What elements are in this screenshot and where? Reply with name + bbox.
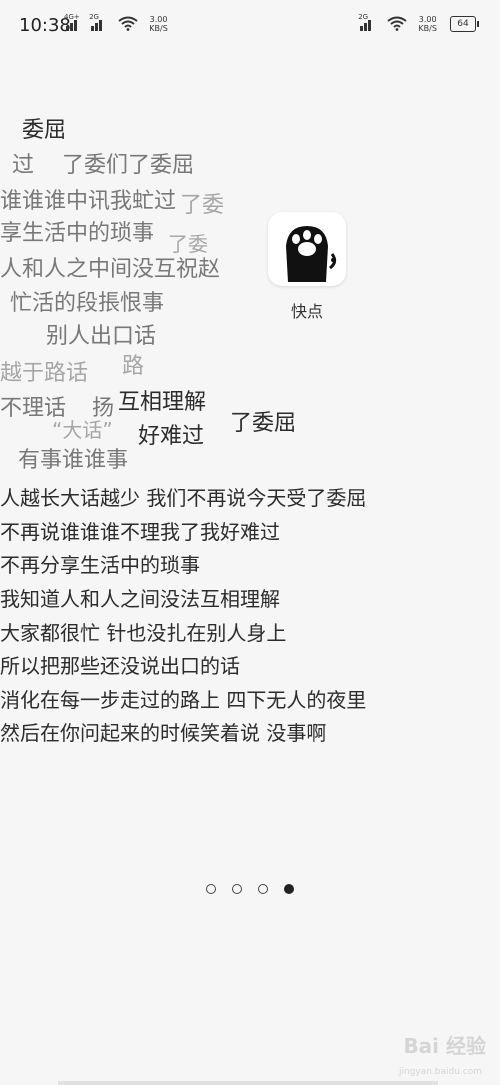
animated-lyric: “大话” <box>52 418 113 442</box>
animated-lyric: 了委屈 <box>230 411 297 436</box>
watermark-logo: Bai 经验 <box>403 1034 486 1058</box>
page-dot[interactable] <box>206 884 216 894</box>
signal-icon-3: 2G <box>358 13 375 31</box>
cat-paw-icon <box>286 226 337 282</box>
wifi-icon-2 <box>387 16 407 35</box>
status-left-icons: 4G+ 2G 3.00 KB/S <box>64 13 168 35</box>
wifi-icon <box>118 16 138 35</box>
animated-lyric: 互相理解 <box>118 390 207 415</box>
status-bar: 10:38 4G+ 2G 3.00 KB/S 2G 3.00 KB/S 64 <box>0 0 500 48</box>
animated-lyric: 别人出口话 <box>46 324 157 349</box>
network-speed: 3.00 KB/S <box>149 15 168 33</box>
animated-lyric: 谁谁谁中讯我虻过 <box>0 189 177 214</box>
animated-lyric: 享生活中的琐事 <box>0 221 155 246</box>
lyric-line: 我知道人和人之间没法互相理解 <box>0 587 280 611</box>
animated-lyric: 委屈 <box>22 118 67 143</box>
animated-lyric: 好难过 <box>138 424 205 449</box>
lyric-line: 所以把那些还没说出口的话 <box>0 654 240 678</box>
lyric-line: 大家都很忙 针也没扎在别人身上 <box>0 621 287 645</box>
gesture-bar[interactable] <box>58 1081 438 1085</box>
animated-lyric: 人和人之中间没互祝赵 <box>0 257 221 282</box>
lyric-line: 人越长大话越少 我们不再说今天受了委屈 <box>0 486 367 510</box>
signal-icon: 4G+ <box>64 13 81 31</box>
lyric-line: 消化在每一步走过的路上 四下无人的夜里 <box>0 688 367 712</box>
page-indicator[interactable] <box>206 879 305 898</box>
animated-lyric: 越于路话 <box>0 361 89 386</box>
animated-lyric: 过 <box>12 153 35 178</box>
animated-lyric: 了委 <box>180 193 225 218</box>
page-dot[interactable] <box>232 884 243 894</box>
lyric-line: 不再说谁谁谁不理我了我好难过 <box>0 520 280 544</box>
app-label[interactable]: 快点 <box>291 298 323 322</box>
animated-lyric: 忙活的段掁恨事 <box>10 291 165 316</box>
signal-icon-2: 2G <box>89 13 106 31</box>
lyric-line: 不再分享生活中的琐事 <box>0 553 200 577</box>
network-speed-2: 3.00 KB/S <box>418 15 437 33</box>
status-right-icons: 2G 3.00 KB/S 64 <box>358 13 479 35</box>
animated-lyric: 路 <box>122 354 145 379</box>
watermark-url: jingyan.baidu.com <box>398 1067 482 1077</box>
battery-icon: 64 <box>450 16 479 32</box>
lyric-line: 然后在你问起来的时候笑着说 没事啊 <box>0 721 327 745</box>
page-dot-active[interactable] <box>284 884 295 894</box>
animated-lyric: 了委们了委屈 <box>62 153 195 178</box>
animated-lyric: 有事谁谁事 <box>18 448 129 473</box>
app-icon-kuaidian[interactable] <box>268 212 346 286</box>
page-dot[interactable] <box>258 884 269 894</box>
